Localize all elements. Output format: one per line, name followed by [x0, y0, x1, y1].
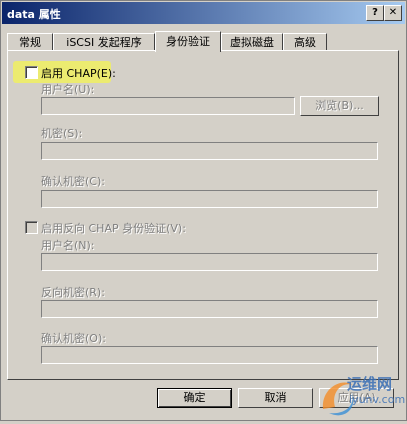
- watermark-text-cn: 运维网: [347, 375, 393, 393]
- enable-chap-label: 启用 CHAP(E):: [41, 67, 116, 80]
- watermark-text-url: iyunv.com: [349, 393, 406, 406]
- reverse-secret-field[interactable]: [41, 300, 378, 318]
- reverse-username-field[interactable]: [41, 253, 378, 271]
- enable-chap-checkbox[interactable]: [25, 66, 38, 79]
- window-title: data 属性: [7, 8, 61, 21]
- enable-reverse-chap-label: 启用反向 CHAP 身份验证(V):: [41, 222, 186, 235]
- title-bar[interactable]: data 属性 ? ✕: [2, 2, 405, 24]
- reverse-secret-label: 反向机密(R):: [41, 286, 105, 299]
- reverse-confirm-secret-field[interactable]: [41, 346, 378, 364]
- chap-secret-field[interactable]: [41, 142, 378, 160]
- reverse-confirm-secret-label: 确认机密(O):: [41, 332, 106, 345]
- chap-confirm-secret-label: 确认机密(C):: [41, 175, 105, 188]
- chap-secret-label: 机密(S):: [41, 127, 83, 140]
- help-button[interactable]: ?: [366, 5, 384, 21]
- reverse-username-label: 用户名(N):: [41, 239, 95, 252]
- browse-button[interactable]: 浏览(B)...: [300, 96, 379, 116]
- ok-button[interactable]: 确定: [157, 388, 232, 408]
- cancel-button[interactable]: 取消: [238, 388, 313, 408]
- tab-advanced[interactable]: 高级: [283, 33, 327, 51]
- chap-username-label: 用户名(U):: [41, 83, 95, 96]
- tab-virtual-disks[interactable]: 虚拟磁盘: [221, 33, 283, 51]
- chap-username-field[interactable]: [41, 97, 295, 115]
- watermark-logo: 运维网 iyunv.com: [319, 371, 407, 421]
- tab-iscsi-initiators[interactable]: iSCSI 发起程序: [53, 33, 155, 51]
- enable-reverse-chap-checkbox[interactable]: [25, 221, 38, 234]
- tab-authentication[interactable]: 身份验证: [155, 31, 221, 52]
- properties-dialog: data 属性 ? ✕ 常规 iSCSI 发起程序 身份验证 虚拟磁盘 高级 启…: [0, 0, 407, 421]
- close-button[interactable]: ✕: [384, 5, 402, 21]
- tab-general[interactable]: 常规: [7, 33, 53, 51]
- chap-confirm-secret-field[interactable]: [41, 190, 378, 208]
